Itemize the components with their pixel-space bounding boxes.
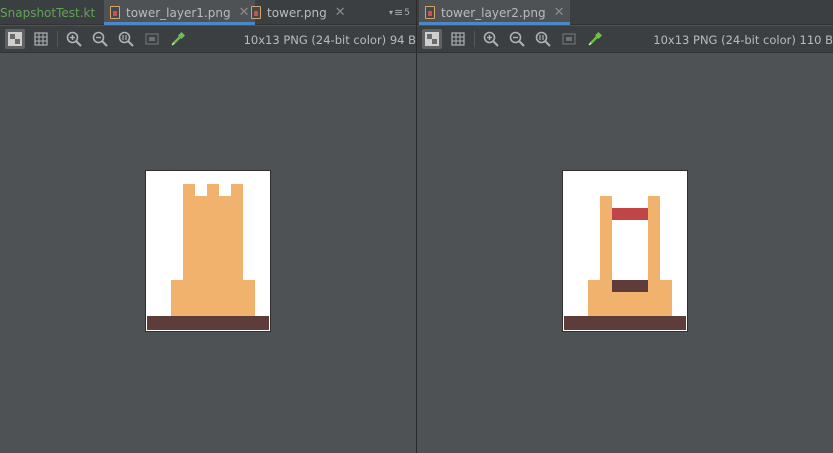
tab-label: tower_layer1.png — [126, 5, 231, 20]
tab-tower-layer2-png[interactable]: tower_layer2.png ✕ — [419, 0, 571, 25]
pixel-block — [648, 196, 660, 280]
toolbar-separator — [474, 31, 475, 47]
image-toolbar: 10x13 PNG (24-bit color) 110 B — [417, 26, 833, 53]
left-tab-bar: SnapshotTest.kt ✕ tower_layer1.png ✕ tow… — [0, 0, 416, 25]
grid-button[interactable] — [31, 29, 51, 49]
pixel-block — [147, 316, 269, 330]
zoom-in-button[interactable] — [481, 29, 501, 49]
right-editor-pane: tower_layer2.png ✕ 10x13 PNG (24-bit col… — [417, 0, 833, 453]
fit-zoom-button[interactable] — [559, 29, 579, 49]
zoom-out-icon — [509, 31, 525, 47]
grid-icon — [34, 32, 48, 46]
image-file-icon — [110, 6, 120, 19]
checkerboard-button[interactable] — [422, 29, 442, 49]
tab-label: SnapshotTest.kt — [0, 5, 96, 20]
checkerboard-icon — [425, 32, 439, 46]
zoom-in-icon — [66, 31, 82, 47]
tab-snapshottest-kt[interactable]: SnapshotTest.kt ✕ — [0, 0, 120, 25]
active-tab-underline — [419, 22, 571, 25]
actual-size-button[interactable] — [116, 29, 136, 49]
pixel-block — [564, 316, 686, 330]
pixel-block — [612, 208, 648, 220]
image-info: 10x13 PNG (24-bit color) 94 B — [243, 32, 416, 47]
zoom-in-icon — [483, 31, 499, 47]
grid-button[interactable] — [448, 29, 468, 49]
tab-label: tower_layer2.png — [441, 5, 546, 20]
list-icon: ≡ — [394, 6, 404, 19]
tab-tower-layer1-png[interactable]: tower_layer1.png ✕ — [104, 0, 256, 25]
pixel-block — [600, 196, 612, 280]
zoom-out-button[interactable] — [90, 29, 110, 49]
tab-label: tower.png — [267, 5, 327, 20]
zoom-out-icon — [92, 31, 108, 47]
fit-zoom-button[interactable] — [142, 29, 162, 49]
image-info: 10x13 PNG (24-bit color) 110 B — [653, 32, 833, 47]
pixel-block — [648, 280, 672, 316]
image-toolbar: 10x13 PNG (24-bit color) 94 B — [0, 26, 416, 53]
zoom-in-button[interactable] — [64, 29, 84, 49]
image-file-icon — [251, 6, 261, 19]
tab-tower-png[interactable]: tower.png ✕ — [245, 0, 352, 25]
left-editor-pane: SnapshotTest.kt ✕ tower_layer1.png ✕ tow… — [0, 0, 416, 453]
color-picker-icon — [171, 31, 186, 46]
tower-layer1-image — [145, 170, 271, 332]
image-viewer[interactable] — [0, 54, 416, 453]
actual-size-button[interactable] — [533, 29, 553, 49]
image-viewer[interactable] — [417, 54, 833, 453]
active-tab-underline — [104, 22, 256, 25]
grid-icon — [451, 32, 465, 46]
checkerboard-icon — [8, 32, 22, 46]
checkerboard-button[interactable] — [5, 29, 25, 49]
color-picker-button[interactable] — [168, 29, 188, 49]
image-file-icon — [425, 6, 435, 19]
zoom-out-button[interactable] — [507, 29, 527, 49]
right-tab-bar: tower_layer2.png ✕ — [417, 0, 833, 25]
pixel-block — [183, 184, 195, 196]
pixel-block — [231, 184, 243, 196]
color-picker-icon — [588, 31, 603, 46]
pixel-block — [612, 280, 648, 292]
pixel-block — [207, 184, 219, 196]
tab-list-button[interactable]: ▾ ≡ 5 — [389, 0, 410, 25]
tower-layer2-image — [562, 170, 688, 332]
pixel-block — [183, 196, 243, 280]
pixel-block — [171, 280, 255, 316]
actual-size-icon — [118, 31, 134, 47]
color-picker-button[interactable] — [585, 29, 605, 49]
close-icon[interactable]: ✕ — [554, 5, 565, 20]
actual-size-icon — [535, 31, 551, 47]
toolbar-separator — [57, 31, 58, 47]
chevron-down-icon: ▾ — [389, 8, 394, 17]
pixel-block — [612, 292, 648, 316]
pixel-block — [588, 280, 612, 316]
fit-zoom-icon — [145, 33, 159, 45]
hidden-tabs-count: 5 — [404, 7, 410, 18]
fit-zoom-icon — [562, 33, 576, 45]
close-icon[interactable]: ✕ — [335, 5, 346, 20]
